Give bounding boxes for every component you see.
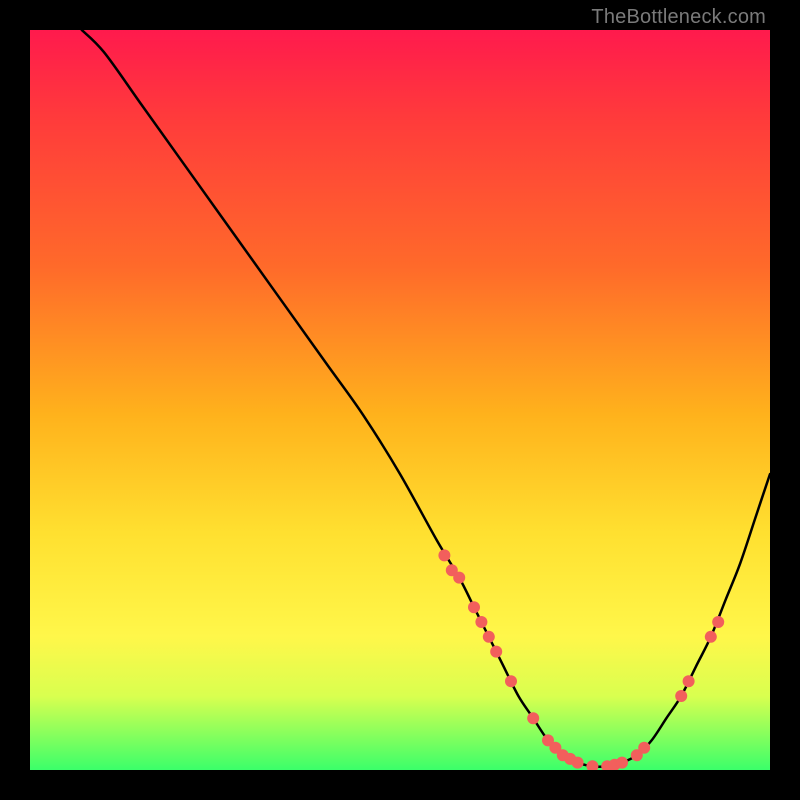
data-marker	[586, 760, 598, 770]
data-marker	[490, 646, 502, 658]
data-marker	[616, 757, 628, 769]
plot-area	[30, 30, 770, 770]
data-marker	[505, 675, 517, 687]
chart-container: TheBottleneck.com	[0, 0, 800, 800]
data-marker	[683, 675, 695, 687]
data-marker	[438, 549, 450, 561]
data-marker	[638, 742, 650, 754]
attribution-text: TheBottleneck.com	[591, 6, 766, 29]
data-marker	[483, 631, 495, 643]
data-marker	[712, 616, 724, 628]
bottleneck-curve-svg	[30, 30, 770, 770]
data-marker	[675, 690, 687, 702]
data-marker	[475, 616, 487, 628]
data-marker	[705, 631, 717, 643]
data-markers	[438, 549, 724, 770]
data-marker	[468, 601, 480, 613]
data-marker	[572, 757, 584, 769]
data-marker	[527, 712, 539, 724]
data-marker	[453, 572, 465, 584]
bottleneck-curve	[82, 30, 770, 767]
